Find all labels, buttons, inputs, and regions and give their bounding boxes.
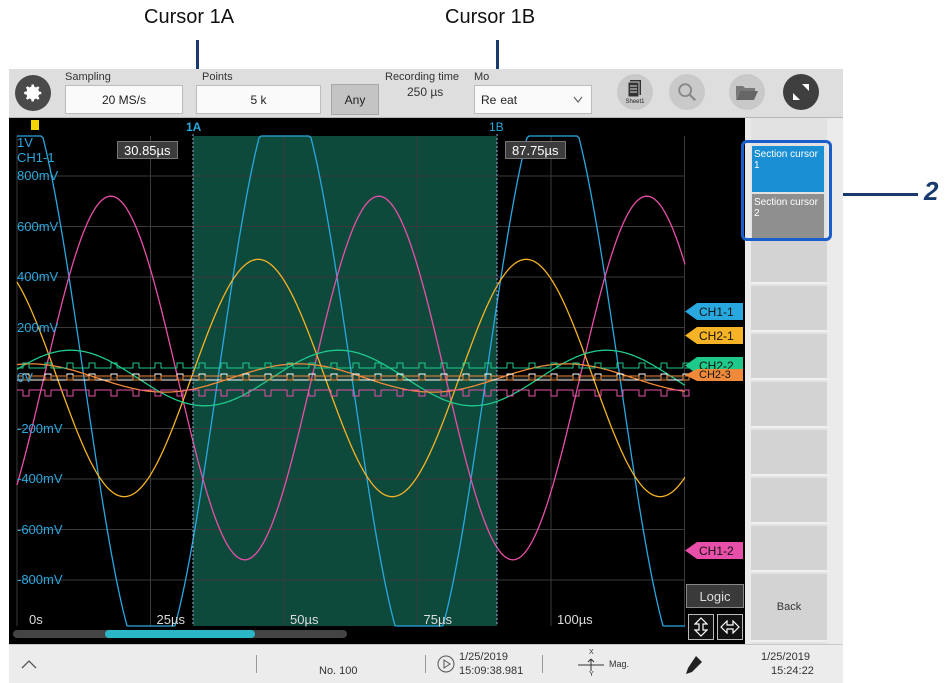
points-field[interactable]: 5 k [196, 85, 321, 114]
mode-select[interactable]: Re eat [474, 85, 592, 114]
clock-date: 1/25/2019 [761, 651, 810, 663]
cursor-1a-marker[interactable]: 1A [186, 120, 201, 134]
sampling-field[interactable]: 20 MS/s [65, 85, 183, 114]
channel-tag-ch1-2[interactable]: CH1-2 [685, 542, 743, 559]
usb-drive-icon [686, 656, 702, 674]
panel-button-blank-2[interactable] [751, 286, 827, 332]
scrollbar-thumb[interactable] [105, 630, 255, 638]
channel-tag-ch1-1[interactable]: CH1-1 [685, 303, 743, 320]
logic-trace [17, 389, 690, 397]
magnify-axis-icon[interactable] [577, 658, 605, 672]
callout-cursor-1a: Cursor 1A [144, 6, 235, 28]
panel-button-blank-6[interactable] [751, 478, 827, 524]
y-tick-label: -600mV [17, 521, 63, 537]
open-folder-button[interactable] [729, 74, 765, 110]
panel-button-blank-7[interactable] [751, 526, 827, 572]
channel-label: CH1-1 [17, 150, 55, 165]
horizontal-arrows-icon [720, 620, 740, 634]
cursor-1b-time: 87.75µs [505, 141, 566, 159]
y-tick-label: -200mV [17, 420, 63, 436]
y-tick-label: -400mV [17, 471, 63, 486]
x-tick-label: 75µs [423, 612, 452, 627]
cursor-1a-time: 30.85µs [117, 141, 178, 159]
sheet-button[interactable]: Sheet1 [617, 74, 653, 110]
file-number: No. 100 [319, 665, 358, 677]
panel-button-blank-5[interactable] [751, 430, 827, 476]
points-label: Points [202, 71, 233, 83]
back-button[interactable]: Back [751, 574, 827, 642]
mode-label: Mo [474, 71, 490, 83]
mode-value-2: eat [500, 92, 518, 107]
mag-x-label: X [589, 649, 594, 656]
search-button[interactable] [669, 74, 705, 110]
sheet-label: Sheet1 [625, 99, 645, 105]
recording-time-label: Recording time [385, 71, 459, 83]
horizontal-scroll-button[interactable] [717, 614, 743, 640]
mag-label: Mag. [609, 659, 630, 669]
any-button[interactable]: Any [331, 84, 379, 115]
y-tick-label: 0V [17, 370, 33, 385]
logic-button[interactable]: Logic [686, 584, 744, 608]
callout-line-2 [832, 193, 918, 196]
search-icon [678, 83, 697, 102]
recording-time-value: 250 µs [407, 85, 444, 99]
panel-button-blank-3[interactable] [751, 334, 827, 380]
y-tick-label: 200mV [17, 319, 59, 335]
sheet-icon [627, 80, 641, 98]
y-tick-label: -800mV [17, 572, 63, 587]
settings-button[interactable] [15, 75, 51, 111]
gear-icon [24, 84, 42, 102]
x-tick-label: 100µs [557, 612, 593, 627]
folder-icon [736, 86, 758, 100]
mag-y-label: Y [589, 671, 594, 678]
cursor-1b-marker[interactable]: 1B [489, 120, 504, 134]
trigger-marker-icon [31, 120, 39, 130]
top-toolbar: Sampling 20 MS/s Points 5 k Any Recordin… [9, 69, 843, 118]
scale-1v: 1V [17, 135, 33, 150]
callout-number-2: 2 [924, 176, 939, 206]
clock-time: 15:24:22 [771, 665, 814, 677]
channel-tag-ch2-1[interactable]: CH2-1 [685, 327, 743, 344]
vertical-scroll-button[interactable] [688, 614, 714, 640]
y-tick-label: 400mV [17, 269, 59, 284]
sampling-label: Sampling [65, 71, 111, 83]
section-cursor-region [193, 136, 497, 626]
y-tick-label: 600mV [17, 218, 59, 234]
panel-button-blank-4[interactable] [751, 382, 827, 428]
chevron-down-icon [573, 96, 583, 103]
separator [425, 655, 426, 673]
play-icon [437, 655, 455, 673]
channel-tag-ch2-3[interactable]: CH2-3 [685, 369, 743, 381]
trigger-date: 1/25/2019 [459, 651, 508, 663]
section-cursor-highlight [741, 140, 832, 241]
x-tick-label: 25µs [156, 612, 185, 627]
expand-icon [793, 84, 809, 100]
panel-button-blank-1[interactable] [751, 238, 827, 284]
horizontal-scrollbar[interactable] [13, 630, 347, 638]
separator [542, 655, 543, 673]
vertical-arrows-icon [694, 617, 708, 637]
chevron-up-icon[interactable] [21, 659, 37, 669]
fullscreen-button[interactable] [783, 74, 819, 110]
trigger-time: 15:09:38.981 [459, 665, 524, 677]
waveform-display[interactable]: 1A 1B 30.85µs 87.75µs 1V CH1-1 800mV 600m… [9, 118, 745, 644]
x-tick-label: 0s [29, 612, 43, 627]
status-bar: No. 100 1/25/2019 15:09:38.981 X Y Mag. … [9, 644, 843, 683]
y-tick-label: 800mV [17, 168, 59, 183]
mode-value: Re [481, 92, 497, 107]
x-tick-label: 50µs [290, 612, 319, 627]
separator [256, 655, 257, 673]
callout-cursor-1b: Cursor 1B [445, 6, 536, 28]
